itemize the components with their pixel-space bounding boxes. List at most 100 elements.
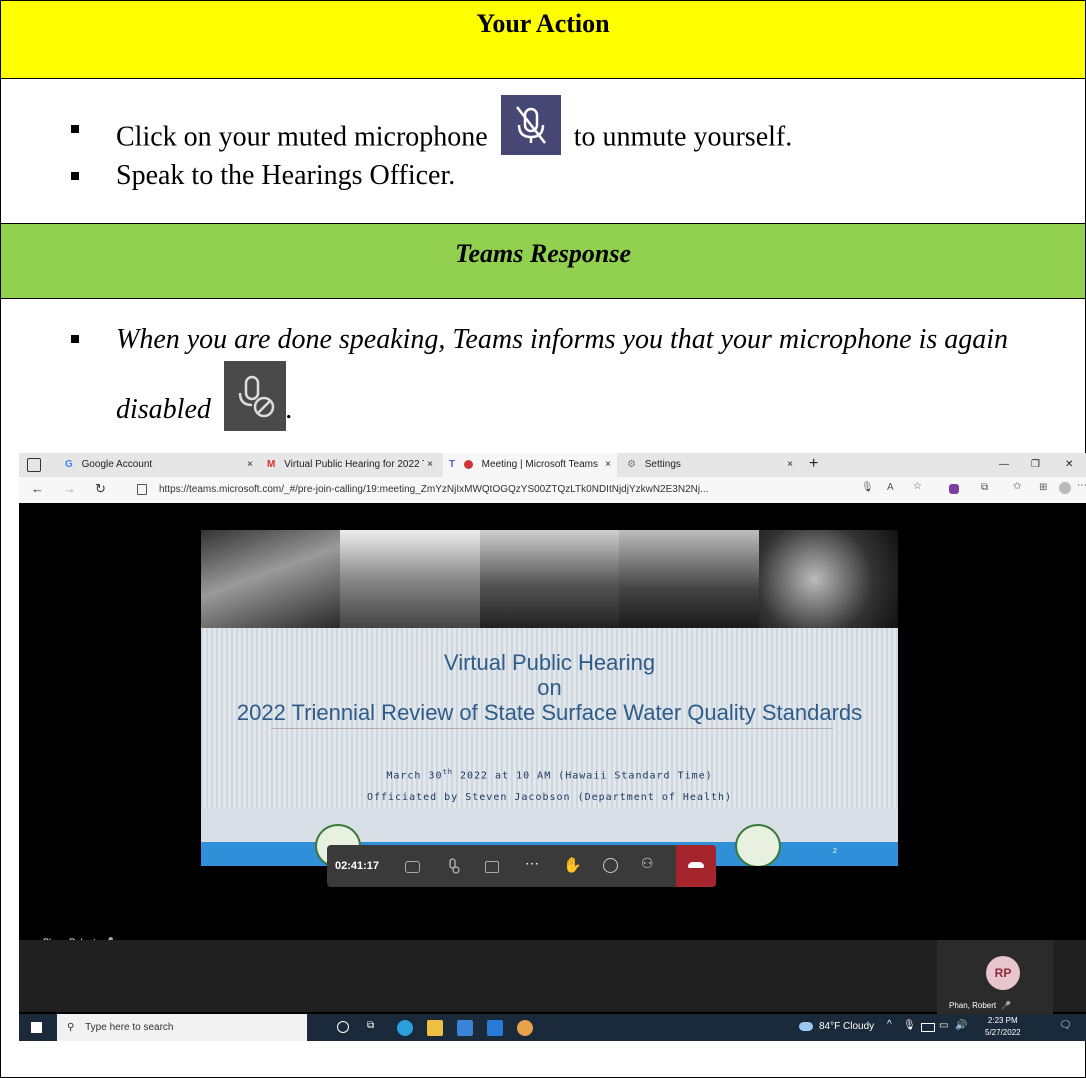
mic-disabled-icon[interactable]: [445, 858, 461, 874]
browser-tab-bar: G Google Account × M Virtual Public Hear…: [19, 453, 1086, 477]
chat-icon[interactable]: [603, 858, 618, 873]
tile-name-text: Phan, Robert: [949, 1001, 997, 1010]
action-text-1a: Click on your muted microphone: [116, 121, 488, 153]
meeting-control-bar: 02:41:17 ⋯ ✋ ⚇: [327, 845, 716, 887]
tab-label: Virtual Public Hearing for 2022 T: [284, 459, 429, 470]
action-list: Click on your muted microphone to unmute…: [1, 95, 793, 203]
forward-icon[interactable]: →: [63, 481, 76, 496]
more-options-icon[interactable]: ⋯: [525, 855, 541, 871]
cortana-icon[interactable]: [337, 1021, 349, 1033]
date-rest: 2022 at 10 AM (Hawaii Standard Time): [452, 770, 713, 782]
instruction-document: Your Action Click on your muted micropho…: [0, 0, 1086, 1078]
weather-icon: [799, 1022, 813, 1031]
mail-icon[interactable]: [487, 1020, 503, 1036]
close-tab-icon[interactable]: ×: [605, 453, 611, 477]
tab-settings[interactable]: ⚙ Settings ×: [621, 453, 799, 477]
teams-response-title: Teams Response: [455, 239, 631, 268]
gear-icon: ⚙: [627, 459, 636, 470]
action-step-unmute: Click on your muted microphone to unmute…: [1, 95, 793, 156]
search-placeholder: Type here to search: [85, 1022, 174, 1033]
slide-photo-strip: [201, 530, 898, 628]
raise-hand-icon[interactable]: ✋: [563, 856, 582, 874]
action-text-1b: to unmute yourself.: [573, 121, 793, 153]
file-explorer-icon[interactable]: [427, 1020, 443, 1036]
google-icon: G: [65, 459, 73, 470]
tab-label: Meeting | Microsoft Teams: [481, 459, 599, 470]
close-tab-icon[interactable]: ×: [787, 453, 793, 477]
people-icon[interactable]: ⚇: [641, 855, 657, 871]
shared-presentation-slide: Virtual Public Hearing on 2022 Triennial…: [201, 530, 898, 866]
slide-date-line: March 30th 2022 at 10 AM (Hawaii Standar…: [201, 768, 898, 781]
clock-date: 5/27/2022: [985, 1028, 1021, 1037]
tab-label: Google Account: [81, 459, 153, 470]
more-icon[interactable]: ⋯: [1077, 480, 1086, 491]
leave-call-button[interactable]: [676, 845, 716, 887]
windows-taskbar: ⚲ Type here to search ⧉ 84°F Cloudy ^ 🎙 …: [19, 1014, 1086, 1041]
tray-mic-icon[interactable]: 🎙: [903, 1020, 916, 1031]
teams-icon: T: [449, 459, 456, 470]
new-tab-button[interactable]: +: [809, 453, 818, 475]
collections-icon[interactable]: ⊞: [1039, 482, 1047, 493]
extension-icon[interactable]: [949, 484, 959, 494]
network-icon[interactable]: ▭: [939, 1020, 948, 1031]
muted-mic-icon: [500, 95, 561, 155]
edge-icon[interactable]: [397, 1020, 413, 1036]
lock-icon: [137, 484, 147, 495]
slide-divider: [271, 728, 833, 729]
beach-photo: [340, 530, 480, 628]
store-icon[interactable]: [457, 1020, 473, 1036]
camera-off-icon[interactable]: [405, 861, 420, 873]
tab-label: Settings: [644, 459, 681, 470]
paint-icon[interactable]: [517, 1020, 533, 1036]
teams-meeting-screenshot: G Google Account × M Virtual Public Hear…: [19, 453, 1086, 1041]
favorite-icon[interactable]: ☆: [913, 481, 922, 492]
clock-time: 2:23 PM: [987, 1016, 1018, 1025]
shoreline-photo: [479, 530, 620, 628]
tab-meeting-teams[interactable]: T Meeting | Microsoft Teams ×: [443, 453, 617, 477]
gmail-icon: M: [267, 459, 276, 470]
url-field[interactable]: https://teams.microsoft.com/_#/pre-join-…: [159, 481, 859, 499]
notification-icon[interactable]: 🗨: [1059, 1020, 1072, 1031]
action-step-speak: Speak to the Hearings Officer.: [1, 156, 792, 203]
share-screen-icon[interactable]: [485, 861, 499, 873]
restore-icon[interactable]: ❐: [1031, 453, 1040, 477]
date-suffix: th: [442, 768, 453, 776]
tab-gmail[interactable]: M Virtual Public Hearing for 2022 T ×: [263, 453, 439, 477]
close-window-icon[interactable]: ✕: [1065, 453, 1073, 477]
action-text-2: Speak to the Hearings Officer.: [116, 160, 456, 191]
right-seal-logo: [735, 824, 781, 866]
favorites-icon[interactable]: ✩: [1013, 481, 1021, 492]
slide-page-number: 2: [833, 848, 837, 855]
disabled-mic-icon: [223, 361, 286, 431]
search-icon: ⚲: [67, 1022, 75, 1033]
call-timer: 02:41:17: [335, 860, 380, 872]
sunset-photo: [619, 530, 759, 628]
refresh-icon[interactable]: ↻: [95, 481, 106, 497]
tab-actions-icon[interactable]: [27, 458, 41, 472]
taskbar-search-box[interactable]: ⚲ Type here to search: [57, 1014, 307, 1041]
read-aloud-icon[interactable]: A: [887, 482, 894, 493]
microphone-permission-icon[interactable]: 🎙: [861, 482, 874, 493]
minimize-icon[interactable]: —: [999, 453, 1009, 477]
extensions-icon[interactable]: ⧉: [981, 482, 988, 493]
back-icon[interactable]: ←: [31, 481, 44, 496]
task-view-icon[interactable]: ⧉: [367, 1020, 374, 1031]
date-text: March 30: [386, 770, 443, 782]
tray-chevron-icon[interactable]: ^: [887, 1019, 892, 1030]
response-list: When you are done speaking, Teams inform…: [1, 319, 1065, 431]
battery-icon[interactable]: [921, 1023, 935, 1032]
tile-participant-name: Phan, Robert 🎤: [949, 1001, 1011, 1010]
close-tab-icon[interactable]: ×: [424, 453, 433, 477]
waterfall-photo: [201, 530, 341, 628]
profile-icon[interactable]: [1059, 482, 1071, 494]
volume-icon[interactable]: 🔊: [955, 1020, 967, 1031]
close-tab-icon[interactable]: ×: [247, 453, 253, 477]
participant-strip: [19, 940, 1086, 1012]
weather-text[interactable]: 84°F Cloudy: [819, 1021, 874, 1032]
address-bar-row: ← → ↻ https://teams.microsoft.com/_#/pre…: [19, 477, 1086, 503]
tab-google-account[interactable]: G Google Account ×: [61, 453, 259, 477]
clock[interactable]: 2:23 PM 5/27/2022: [985, 1015, 1021, 1039]
response-step: When you are done speaking, Teams inform…: [1, 319, 1065, 431]
windows-start-icon[interactable]: [31, 1022, 42, 1033]
hang-up-icon: [688, 862, 704, 868]
